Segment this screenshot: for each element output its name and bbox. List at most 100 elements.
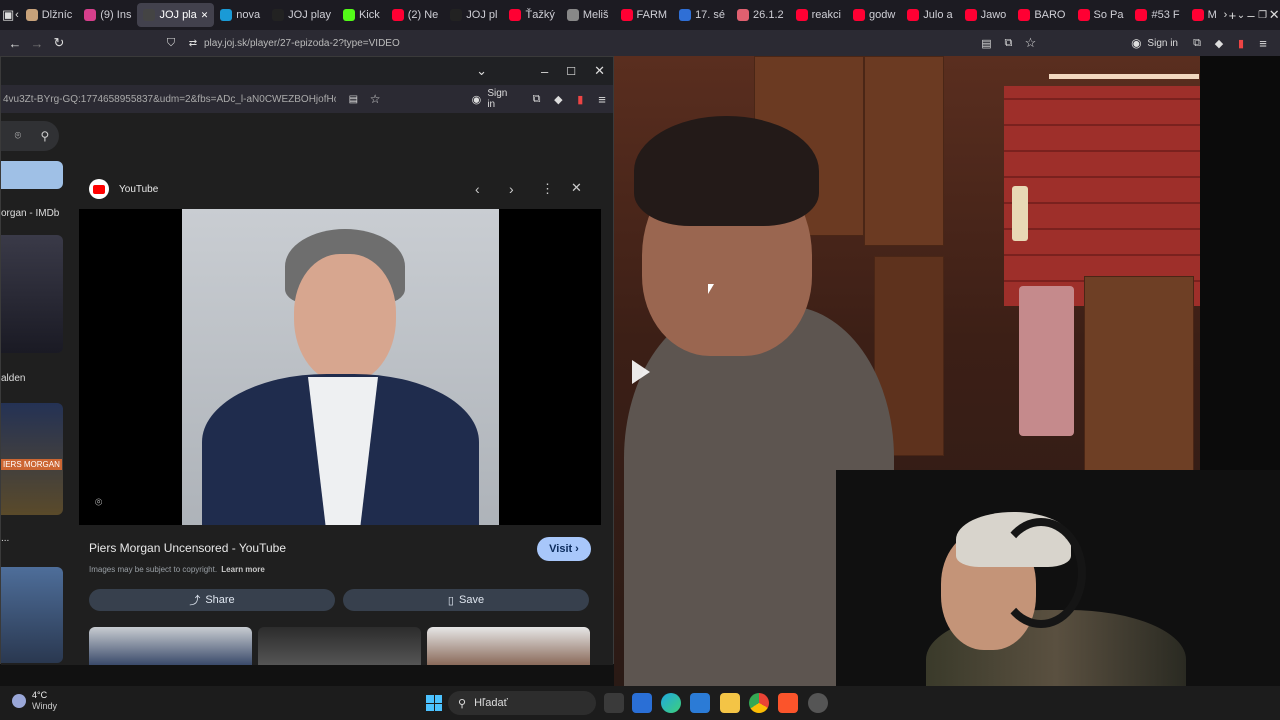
browser-tab[interactable]: godw <box>847 0 901 30</box>
shield-extension-icon[interactable]: ◆ <box>1208 32 1230 54</box>
tab-favicon-icon <box>907 9 920 21</box>
permissions-icon[interactable]: ⇄ <box>182 32 204 54</box>
browser-tab[interactable]: Dlžníc <box>20 0 79 30</box>
file-explorer-icon[interactable] <box>720 693 740 713</box>
browser-nav-bar: ← → ↻ ⛉ ⇄ play.joj.sk/player/27-epizoda-… <box>0 30 1280 56</box>
next-image-icon[interactable]: › <box>509 181 514 197</box>
browser-tab[interactable]: Ťažký <box>503 0 560 30</box>
result-thumbnail[interactable]: IERS MORGAN <box>1 403 63 515</box>
tab-label: Ťažký <box>525 9 555 21</box>
reader-view-icon[interactable]: ▤ <box>975 32 997 54</box>
window-restore-icon[interactable]: ❐ <box>1257 4 1269 26</box>
result-label[interactable]: organ - IMDb <box>1 208 59 219</box>
play-icon[interactable] <box>632 360 650 384</box>
browser-tab[interactable]: Julo a <box>901 0 958 30</box>
window-minimize-icon[interactable]: – <box>1245 4 1257 26</box>
result-title[interactable]: Piers Morgan Uncensored - YouTube <box>89 541 286 555</box>
search-icon[interactable]: ⚲ <box>41 129 50 143</box>
chrome-icon[interactable] <box>749 693 769 713</box>
reload-icon[interactable]: ↻ <box>48 32 70 54</box>
result-thumbnail[interactable] <box>1 567 63 663</box>
browser-tab[interactable]: JOJ play <box>266 0 337 30</box>
popup-maximize-icon[interactable]: ☐ <box>566 65 576 78</box>
browser-tab[interactable]: (9) Ins <box>78 0 137 30</box>
browser-tab[interactable]: nova <box>214 0 266 30</box>
photos-icon[interactable] <box>690 693 710 713</box>
browser-tab[interactable]: So Pa <box>1072 0 1130 30</box>
dropdown-chevron-icon[interactable]: ⌄ <box>476 63 487 79</box>
related-thumbnail[interactable] <box>427 627 590 665</box>
browser-tab[interactable]: Jawo <box>959 0 1013 30</box>
window-close-icon[interactable]: ✕ <box>1268 4 1280 26</box>
bookmark-star-icon[interactable]: ☆ <box>1019 32 1041 54</box>
browser-tab[interactable]: BARO <box>1012 0 1071 30</box>
prev-image-icon[interactable]: ‹ <box>475 181 480 197</box>
source-name[interactable]: YouTube <box>119 184 158 195</box>
store-icon[interactable] <box>632 693 652 713</box>
tab-overview-icon[interactable]: ▣ <box>2 4 14 26</box>
popup-extensions-icon[interactable]: ⧉ <box>526 88 548 110</box>
browser-tab[interactable]: 17. sé <box>673 0 731 30</box>
preview-image-frame[interactable]: ⌾ <box>79 209 601 525</box>
popup-account-icon[interactable]: ◉ <box>465 88 487 110</box>
tab-label: reakci <box>811 9 841 21</box>
windows-start-icon[interactable] <box>426 695 442 711</box>
lens-search-icon[interactable]: ⌾ <box>95 495 102 510</box>
app-icon[interactable] <box>808 693 828 713</box>
popup-bookmark-icon[interactable]: ☆ <box>364 88 386 110</box>
popup-shield-icon[interactable]: ◆ <box>547 88 569 110</box>
sign-in-button[interactable]: Sign in <box>1147 38 1178 49</box>
new-tab-icon[interactable]: + <box>1228 4 1237 26</box>
popup-sign-in[interactable]: Sign in <box>487 88 517 110</box>
browser-tab[interactable]: (2) Ne <box>386 0 445 30</box>
back-icon[interactable]: ← <box>4 32 26 54</box>
popup-menu-icon[interactable]: ≡ <box>591 88 613 110</box>
brave-icon[interactable] <box>778 693 798 713</box>
browser-tab[interactable]: reakci <box>790 0 847 30</box>
task-view-icon[interactable] <box>604 693 624 713</box>
tab-close-icon[interactable]: ✕ <box>201 10 209 21</box>
address-bar[interactable]: play.joj.sk/player/27-epizoda-2?type=VID… <box>204 38 400 49</box>
popup-url[interactable]: 4vu3Zt-BYrg-GQ:1774658955837&udm=2&fbs=A… <box>3 94 336 105</box>
share-icon: ⤴ <box>189 595 201 607</box>
browser-tab[interactable]: JOJ pl <box>444 0 503 30</box>
browser-tab[interactable]: Meliš <box>561 0 615 30</box>
browser-tab[interactable]: FARM <box>615 0 674 30</box>
result-thumbnail[interactable] <box>1 235 63 353</box>
result-label[interactable]: ... <box>1 533 9 544</box>
tab-favicon-icon <box>1135 9 1148 21</box>
learn-more-link[interactable]: Learn more <box>221 565 265 574</box>
search-bar-stub[interactable]: ⌾ ⚲ <box>1 121 59 151</box>
browser-tab[interactable]: JOJ pla ✕ <box>137 3 215 27</box>
browser-tab[interactable]: 26.1.2 <box>731 0 790 30</box>
save-button[interactable]: ▯ Save <box>343 589 589 611</box>
taskbar-search[interactable]: ⚲ Hľadať <box>448 691 596 715</box>
forward-icon[interactable]: → <box>26 32 48 54</box>
lens-icon[interactable]: ⌾ <box>15 130 22 143</box>
account-icon[interactable]: ◉ <box>1125 32 1147 54</box>
more-options-icon[interactable]: ⋮ <box>541 181 554 197</box>
portrait-image[interactable] <box>182 209 499 525</box>
related-thumbnail[interactable] <box>89 627 252 665</box>
menu-icon[interactable]: ≡ <box>1252 32 1274 54</box>
share-button[interactable]: ⤴ Share <box>89 589 335 611</box>
close-panel-icon[interactable]: ✕ <box>571 180 582 196</box>
result-thumbnail[interactable] <box>1 161 63 189</box>
result-label[interactable]: alden <box>1 373 25 384</box>
shield-icon[interactable]: ⛉ <box>160 32 182 54</box>
popup-addon-icon[interactable]: ▮ <box>569 88 591 110</box>
popup-close-icon[interactable]: ✕ <box>594 63 605 79</box>
related-thumbnail[interactable] <box>258 627 421 665</box>
extensions-icon[interactable]: ⧉ <box>1186 32 1208 54</box>
addon-badge-icon[interactable]: ▮ <box>1230 32 1252 54</box>
browser-tab[interactable]: #53 F <box>1129 0 1185 30</box>
list-tabs-icon[interactable]: ⌄ <box>1237 4 1246 26</box>
picture-in-picture-icon[interactable]: ⧉ <box>997 32 1019 54</box>
edge-icon[interactable] <box>661 693 681 713</box>
weather-widget[interactable]: 4°C Windy <box>12 690 57 712</box>
popup-minimize-icon[interactable]: – <box>541 64 548 79</box>
visit-button[interactable]: Visit › <box>537 537 591 561</box>
browser-tab[interactable]: Kick <box>337 0 386 30</box>
browser-tab[interactable]: M <box>1186 0 1223 30</box>
reader-mode-icon[interactable]: ▤ <box>342 88 364 110</box>
